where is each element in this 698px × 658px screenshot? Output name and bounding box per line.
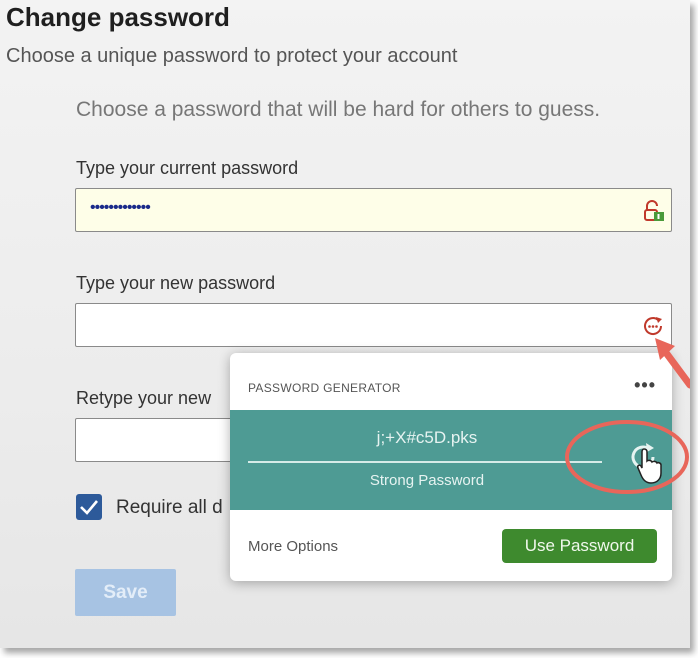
- annotation-overlay: [565, 338, 690, 494]
- change-password-page: Change password Choose a unique password…: [0, 0, 690, 648]
- annotation-arrow: [655, 338, 690, 389]
- annotation-circle: [565, 420, 689, 494]
- hand-pointer-icon: [637, 448, 662, 484]
